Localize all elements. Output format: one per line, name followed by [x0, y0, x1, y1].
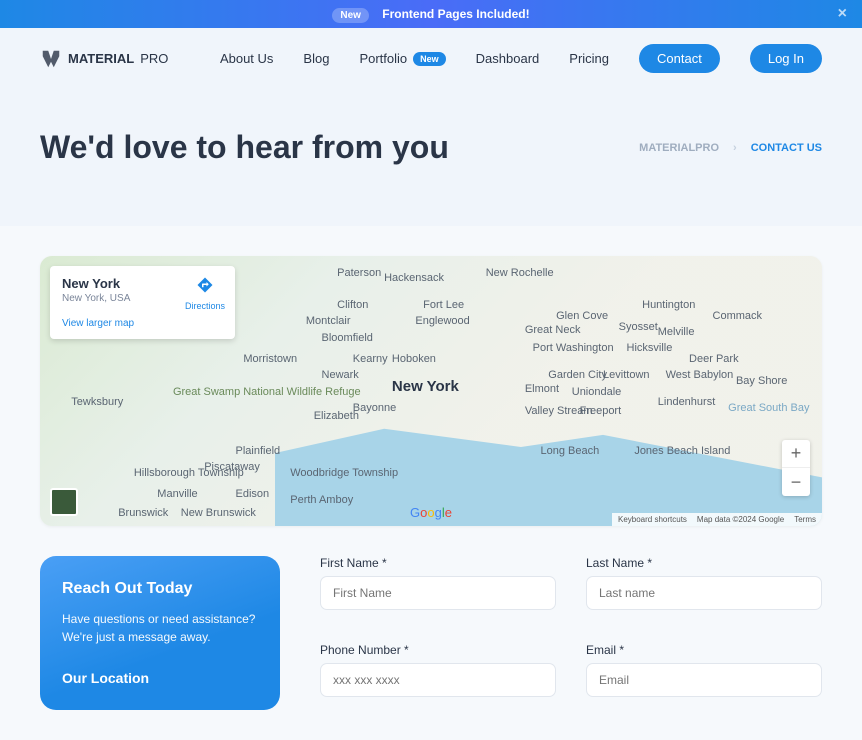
- zoom-out-button[interactable]: −: [782, 468, 810, 496]
- phone-input[interactable]: [320, 663, 556, 697]
- main-content: New York Newark Paterson Hackensack New …: [0, 226, 862, 740]
- page-title: We'd love to hear from you: [40, 129, 449, 166]
- phone-label: Phone Number *: [320, 643, 556, 657]
- firstname-label: First Name *: [320, 556, 556, 570]
- map[interactable]: New York Newark Paterson Hackensack New …: [40, 256, 822, 526]
- reach-out-card: Reach Out Today Have questions or need a…: [40, 556, 280, 710]
- contact-form: First Name * Last Name * Phone Number * …: [320, 556, 822, 710]
- firstname-input[interactable]: [320, 576, 556, 610]
- nav-about[interactable]: About Us: [220, 51, 273, 66]
- location-heading: Our Location: [62, 670, 258, 686]
- promo-banner: New Frontend Pages Included! ×: [0, 0, 862, 28]
- banner-text: Frontend Pages Included!: [382, 7, 529, 21]
- nav-contact[interactable]: Contact: [639, 44, 720, 73]
- login-button[interactable]: Log In: [750, 44, 822, 73]
- terms-link[interactable]: Terms: [794, 515, 816, 524]
- view-larger-link[interactable]: View larger map: [62, 318, 223, 329]
- new-badge: New: [413, 52, 446, 66]
- title-section: We'd love to hear from you MATERIALPRO ›…: [0, 89, 862, 226]
- breadcrumb-root[interactable]: MATERIALPRO: [639, 142, 719, 154]
- nav-links: About Us Blog Portfolio New Dashboard Pr…: [220, 44, 720, 73]
- directions-icon: [196, 276, 214, 294]
- navbar: MATERIAL PRO About Us Blog Portfolio New …: [0, 28, 862, 89]
- close-icon[interactable]: ×: [838, 5, 847, 23]
- map-zoom-control: + −: [782, 440, 810, 496]
- email-group: Email *: [586, 643, 822, 710]
- directions-label: Directions: [185, 301, 225, 311]
- nav-dashboard[interactable]: Dashboard: [476, 51, 540, 66]
- lastname-label: Last Name *: [586, 556, 822, 570]
- nav-portfolio-label: Portfolio: [359, 51, 407, 66]
- phone-group: Phone Number *: [320, 643, 556, 710]
- lastname-group: Last Name *: [586, 556, 822, 623]
- email-label: Email *: [586, 643, 822, 657]
- brand-name: MATERIAL: [68, 51, 134, 66]
- brand-logo[interactable]: MATERIAL PRO: [40, 48, 168, 70]
- email-input[interactable]: [586, 663, 822, 697]
- logo-icon: [40, 48, 62, 70]
- map-popup: New York New York, USA Directions View l…: [50, 266, 235, 339]
- keyboard-shortcuts[interactable]: Keyboard shortcuts: [618, 515, 687, 524]
- directions-button[interactable]: Directions: [185, 276, 225, 311]
- map-data: Map data ©2024 Google: [697, 515, 784, 524]
- map-attribution: Keyboard shortcuts Map data ©2024 Google…: [612, 513, 822, 526]
- lastname-input[interactable]: [586, 576, 822, 610]
- nav-blog[interactable]: Blog: [303, 51, 329, 66]
- form-section: Reach Out Today Have questions or need a…: [40, 556, 822, 710]
- map-city-label: New York: [392, 378, 459, 395]
- breadcrumb-current: CONTACT US: [751, 142, 822, 154]
- map-thumbnail-button[interactable]: [50, 488, 78, 516]
- firstname-group: First Name *: [320, 556, 556, 623]
- chevron-right-icon: ›: [733, 142, 737, 154]
- reach-description: Have questions or need assistance? We're…: [62, 610, 258, 646]
- zoom-in-button[interactable]: +: [782, 440, 810, 468]
- brand-suffix: PRO: [140, 51, 168, 66]
- nav-portfolio[interactable]: Portfolio New: [359, 51, 445, 66]
- google-logo: Google: [410, 505, 452, 520]
- breadcrumb: MATERIALPRO › CONTACT US: [639, 142, 822, 154]
- banner-new-badge: New: [332, 8, 369, 23]
- reach-title: Reach Out Today: [62, 580, 258, 598]
- nav-pricing[interactable]: Pricing: [569, 51, 609, 66]
